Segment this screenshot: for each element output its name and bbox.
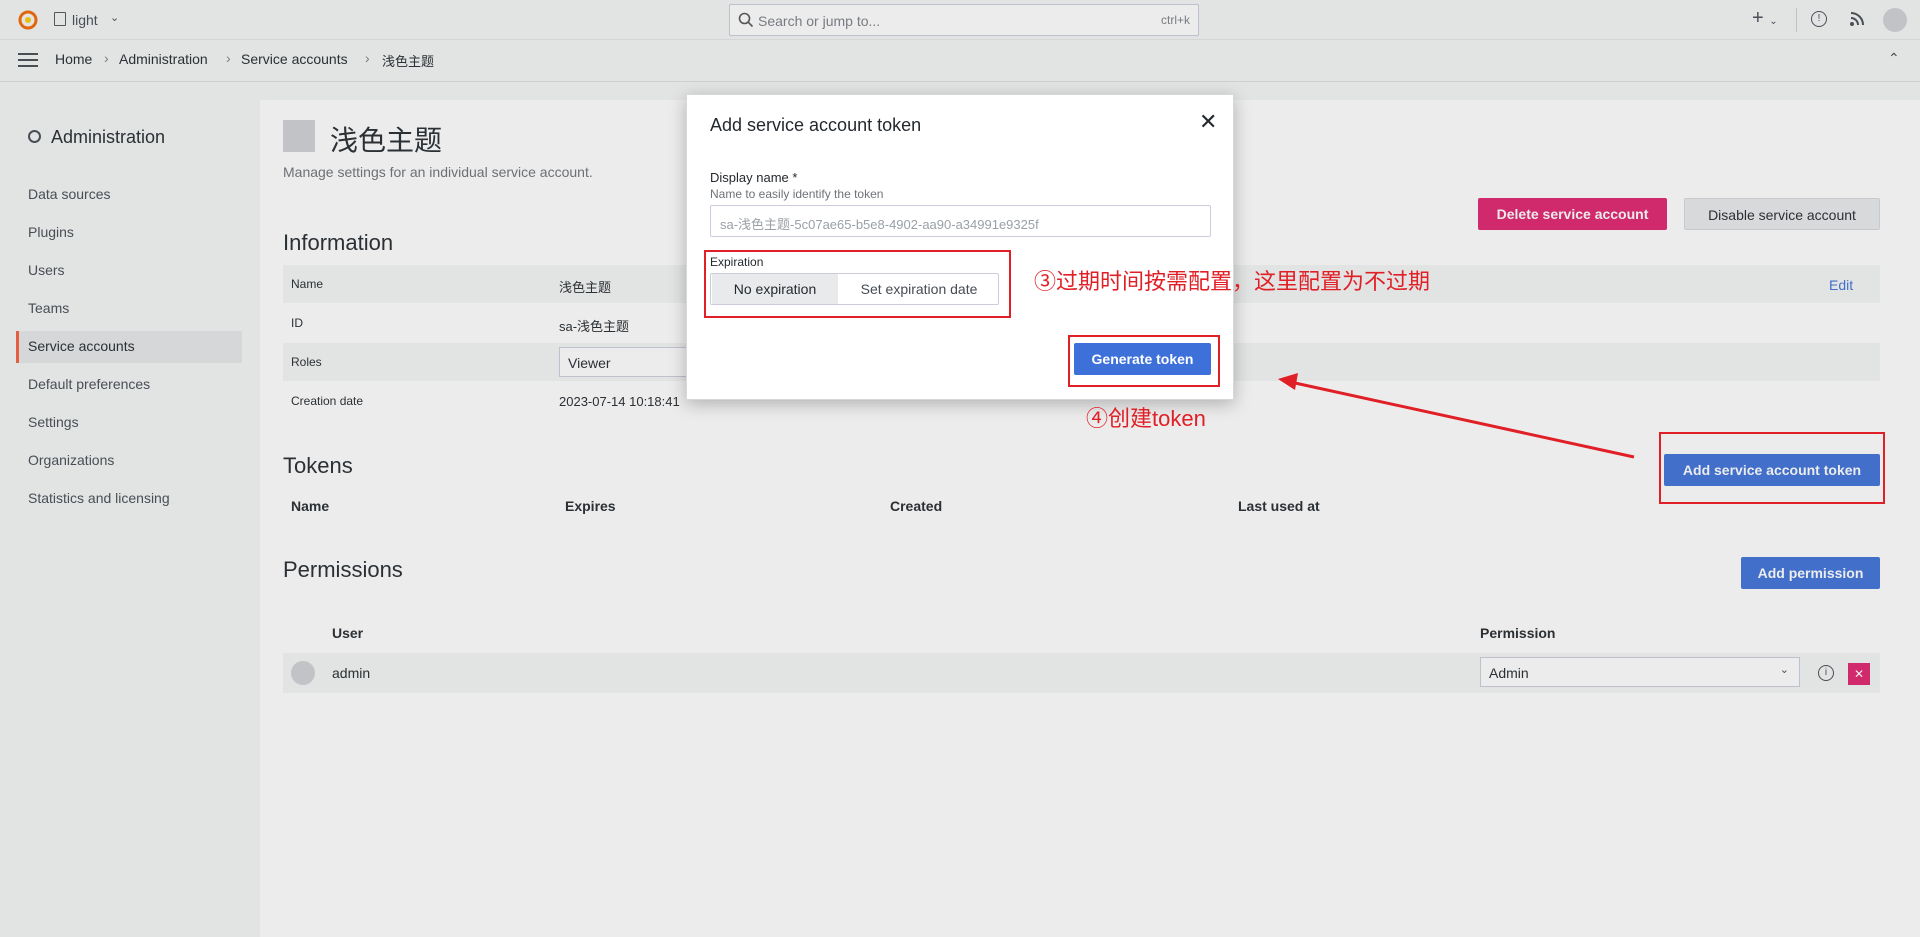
annotation-arrow bbox=[1278, 373, 1635, 459]
